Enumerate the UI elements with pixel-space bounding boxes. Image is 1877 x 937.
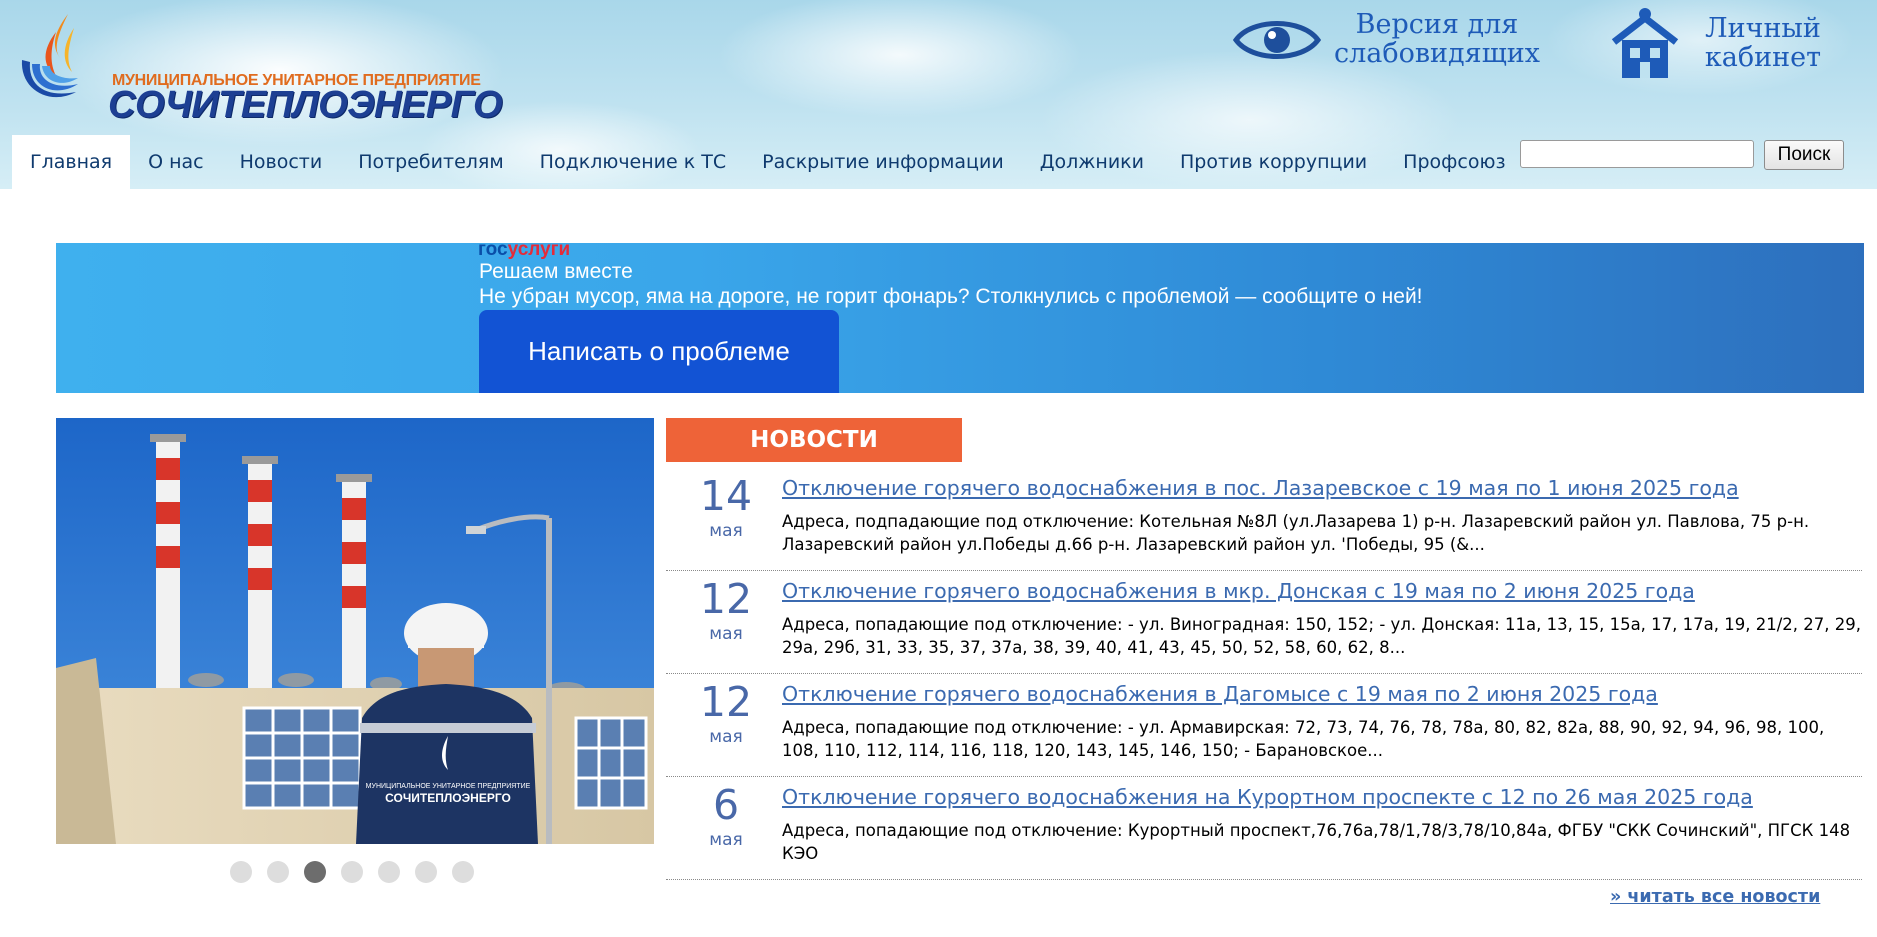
- search-input[interactable]: [1520, 140, 1754, 168]
- main-navigation: Главная О нас Новости Потребителям Подкл…: [12, 135, 1524, 189]
- news-day: 12: [699, 575, 753, 623]
- power-plant-photo: МУНИЦИПАЛЬНОЕ УНИТАРНОЕ ПРЕДПРИЯТИЕ СОЧИ…: [56, 418, 654, 844]
- accessibility-version-label: Версия для слабовидящих: [1333, 9, 1541, 69]
- news-item: 6 мая Отключение горячего водоснабжения …: [666, 777, 1862, 880]
- nav-item-anticorruption[interactable]: Против коррупции: [1162, 135, 1385, 189]
- gosuslugi-logo-part1: гос: [478, 243, 508, 260]
- jacket-brand: СОЧИТЕПЛОЭНЕРГО: [385, 791, 511, 805]
- nav-item-home[interactable]: Главная: [12, 135, 131, 189]
- gosuslugi-logo: госуслуги: [478, 243, 570, 261]
- news-title-link[interactable]: Отключение горячего водоснабжения в Даго…: [782, 682, 1658, 706]
- nav-item-trade-union[interactable]: Профсоюз: [1385, 135, 1523, 189]
- personal-cabinet-label: Личный кабинет: [1704, 13, 1822, 73]
- nav-item-disclosure[interactable]: Раскрытие информации: [744, 135, 1022, 189]
- news-title-link[interactable]: Отключение горячего водоснабжения в пос.…: [782, 476, 1739, 500]
- news-date: 6 мая: [682, 781, 770, 851]
- read-all-news-link[interactable]: » читать все новости: [1610, 887, 1820, 907]
- banner-title: Решаем вместе: [479, 260, 633, 283]
- report-problem-button[interactable]: Написать о проблеме: [479, 310, 839, 393]
- nav-item-consumers[interactable]: Потребителям: [340, 135, 521, 189]
- nav-item-news[interactable]: Новости: [222, 135, 341, 189]
- personal-cabinet-link[interactable]: Личный кабинет: [1608, 4, 1838, 84]
- news-date: 12 мая: [682, 678, 770, 748]
- gosuslugi-logo-part2: услуги: [507, 243, 571, 260]
- site-header: Муниципальное унитарное предприятие СОЧИ…: [0, 0, 1877, 189]
- gosuslugi-banner: госуслуги Решаем вместе Не убран мусор, …: [56, 243, 1864, 393]
- news-excerpt: Адреса, подпадающие под отключение: Коте…: [782, 512, 1810, 554]
- flame-logo-icon: [21, 14, 78, 98]
- slider-dots: [230, 861, 474, 883]
- news-excerpt: Адреса, попадающие под отключение: - ул.…: [782, 718, 1825, 760]
- house-icon: [1611, 8, 1679, 78]
- news-day: 6: [712, 781, 740, 829]
- news-date: 14 мая: [682, 472, 770, 542]
- slider-dot-7[interactable]: [452, 861, 474, 883]
- news-day: 12: [699, 678, 753, 726]
- nav-item-about[interactable]: О нас: [130, 135, 222, 189]
- slider-image[interactable]: МУНИЦИПАЛЬНОЕ УНИТАРНОЕ ПРЕДПРИЯТИЕ СОЧИ…: [56, 418, 654, 844]
- news-list: 14 мая Отключение горячего водоснабжения…: [666, 468, 1862, 880]
- slider-dot-5[interactable]: [378, 861, 400, 883]
- news-month: мая: [709, 727, 743, 747]
- news-item: 12 мая Отключение горячего водоснабжения…: [666, 571, 1862, 674]
- nav-item-connection[interactable]: Подключение к ТС: [522, 135, 744, 189]
- slider-dot-1[interactable]: [230, 861, 252, 883]
- banner-text: Не убран мусор, яма на дороге, не горит …: [479, 285, 1423, 308]
- news-day: 14: [699, 472, 753, 520]
- slider-dot-3[interactable]: [304, 861, 326, 883]
- logo-title: СОЧИТЕПЛОЭНЕРГО: [108, 84, 503, 126]
- jacket-subtitle: МУНИЦИПАЛЬНОЕ УНИТАРНОЕ ПРЕДПРИЯТИЕ: [366, 783, 531, 790]
- slider-dot-4[interactable]: [341, 861, 363, 883]
- accessibility-version-link[interactable]: Версия для слабовидящих: [1232, 8, 1552, 78]
- news-section-header: НОВОСТИ: [666, 418, 962, 462]
- search-button[interactable]: Поиск: [1764, 140, 1844, 170]
- news-item: 14 мая Отключение горячего водоснабжения…: [666, 468, 1862, 571]
- news-month: мая: [709, 624, 743, 644]
- news-title-link[interactable]: Отключение горячего водоснабжения в мкр.…: [782, 579, 1695, 603]
- site-logo[interactable]: Муниципальное унитарное предприятие СОЧИ…: [16, 10, 546, 126]
- news-excerpt: Адреса, попадающие под отключение: - ул.…: [782, 615, 1862, 657]
- news-month: мая: [709, 521, 743, 541]
- news-date: 12 мая: [682, 575, 770, 645]
- news-title-link[interactable]: Отключение горячего водоснабжения на Кур…: [782, 785, 1753, 809]
- news-month: мая: [709, 830, 743, 850]
- nav-item-debtors[interactable]: Должники: [1022, 135, 1162, 189]
- news-item: 12 мая Отключение горячего водоснабжения…: [666, 674, 1862, 777]
- slider-dot-6[interactable]: [415, 861, 437, 883]
- slider-dot-2[interactable]: [267, 861, 289, 883]
- news-excerpt: Адреса, попадающие под отключение: Курор…: [782, 821, 1851, 863]
- eye-icon: [1232, 21, 1322, 59]
